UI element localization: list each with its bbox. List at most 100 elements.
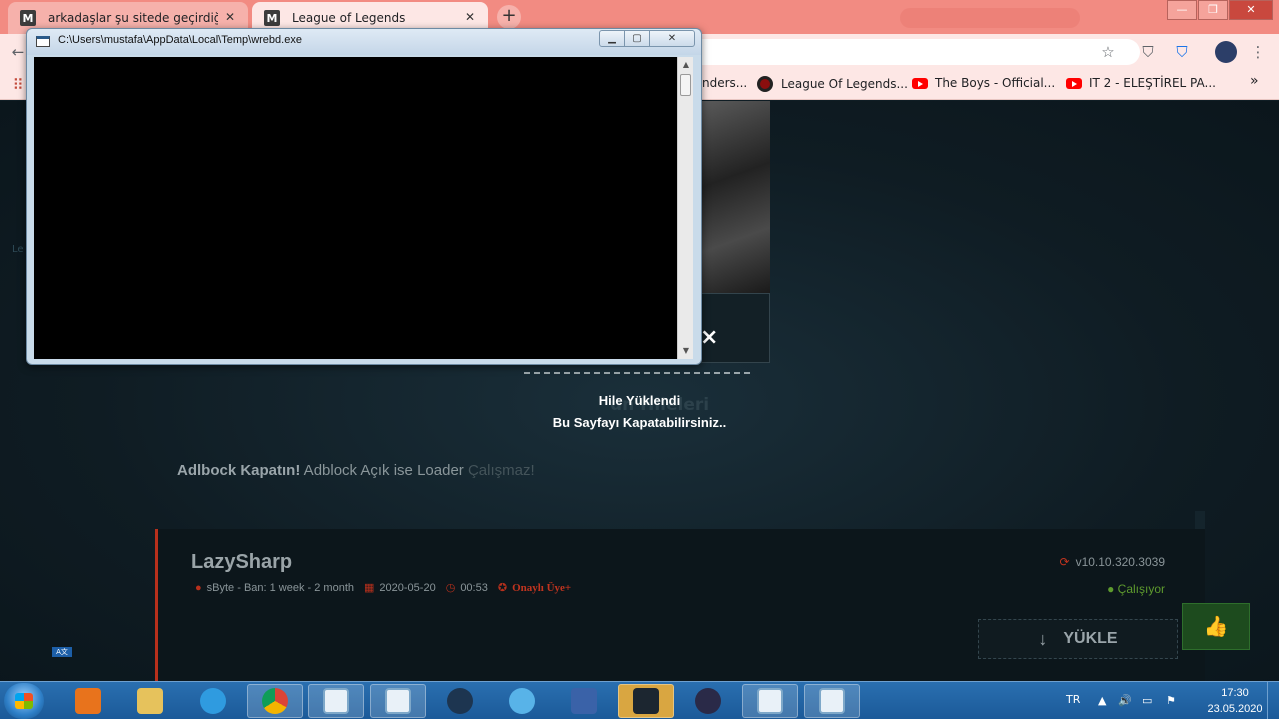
window-app-icon[interactable] <box>308 684 364 718</box>
action-center-flag-icon[interactable]: ⚑ <box>1166 694 1176 707</box>
close-icon[interactable]: × <box>700 325 718 350</box>
status-text: Çalışıyor <box>1117 582 1165 596</box>
show-desktop-button[interactable] <box>1267 682 1279 719</box>
close-window-icon[interactable]: ✕ <box>1229 0 1273 20</box>
start-button[interactable] <box>4 683 44 719</box>
adblock-warning: Adlbock Kapatın! Adblock Açık ise Loader… <box>177 462 535 479</box>
volume-icon[interactable]: 🔊 <box>1118 694 1132 707</box>
translate-icon[interactable]: A文 <box>52 647 72 657</box>
bookmark-label: nders... <box>702 76 748 90</box>
tab-title: League of Legends <box>292 11 406 25</box>
window-app-icon[interactable] <box>804 684 860 718</box>
console-scrollbar[interactable]: ▲ ▼ <box>677 57 693 359</box>
show-hidden-icons-icon[interactable]: ▲ <box>1098 694 1106 707</box>
cheat-engine-icon[interactable] <box>432 684 488 718</box>
apps-grid-icon[interactable]: ⠿ <box>8 75 28 95</box>
thumbs-up-icon[interactable]: 👍 <box>1182 603 1250 650</box>
close-window-icon[interactable]: ✕ <box>649 30 695 47</box>
window-app-icon[interactable] <box>742 684 798 718</box>
close-page-message: Bu Sayfayı Kapatabilirsiniz.. <box>552 415 727 430</box>
bookmark-item[interactable]: IT 2 - ELEŞTİREL PA... <box>1066 76 1216 90</box>
scroll-down-icon[interactable]: ▼ <box>678 343 694 359</box>
info-icon: ● <box>1107 582 1115 596</box>
maximize-icon[interactable]: ▢ <box>624 30 650 47</box>
browser-window-controls: — ❐ ✕ <box>1166 0 1273 20</box>
lol-icon <box>757 76 773 92</box>
network-app-icon[interactable] <box>556 684 612 718</box>
cheat-status: ● Çalışıyor <box>1107 582 1165 596</box>
console-titlebar[interactable]: C:\Users\mustafa\AppData\Local\Temp\wreb… <box>27 29 701 55</box>
cheat-time: 00:53 <box>460 581 488 594</box>
adblock-extension-icon[interactable]: ⛉ <box>1172 42 1192 62</box>
league-of-legends-icon[interactable] <box>618 684 674 718</box>
close-tab-icon[interactable]: ✕ <box>462 9 478 25</box>
chrome-icon[interactable] <box>247 684 303 718</box>
file-explorer-icon[interactable] <box>122 684 178 718</box>
input-language[interactable]: TR <box>1066 693 1080 706</box>
youtube-icon <box>912 77 928 89</box>
scroll-up-icon[interactable]: ▲ <box>678 57 694 73</box>
bookmark-label: The Boys - Official... <box>935 76 1056 90</box>
bookmark-item[interactable]: League Of Legends... <box>757 76 908 92</box>
minimize-icon[interactable]: — <box>1167 0 1197 20</box>
console-app-icon <box>36 36 50 47</box>
back-arrow-icon[interactable]: ← <box>8 42 28 62</box>
bookmark-item[interactable]: nders... <box>702 76 747 90</box>
clock-icon: ◷ <box>445 582 456 594</box>
console-title: C:\Users\mustafa\AppData\Local\Temp\wreb… <box>58 34 302 46</box>
app-launcher-icon[interactable] <box>680 684 736 718</box>
cheat-author: sByte - Ban: 1 week - 2 month <box>206 581 355 594</box>
more-bookmarks-button[interactable]: » <box>1250 73 1259 89</box>
clock-time[interactable]: 17:30 <box>1205 687 1265 699</box>
refresh-icon: ⟳ <box>1059 555 1070 569</box>
arrow-down-icon: ↓ <box>1038 628 1048 649</box>
clock-date[interactable]: 23.05.2020 <box>1200 703 1270 715</box>
console-window-controls: ▁ ▢ ✕ <box>599 30 695 47</box>
console-output[interactable] <box>34 57 677 359</box>
tab-title: arkadaşlar şu sitede geçirdiğim h <box>48 11 218 25</box>
cheat-card: LazySharp ● sByte - Ban: 1 week - 2 mont… <box>155 529 1205 682</box>
adblock-warning-faded: Çalışmaz! <box>467 462 535 479</box>
loaded-message: Hile Yüklendi <box>598 393 681 408</box>
minimize-icon[interactable]: ▁ <box>599 30 625 47</box>
windows-logo-icon <box>15 693 33 709</box>
windows-taskbar: TR ▲ 🔊 ▭ ⚑ 17:30 23.05.2020 <box>0 681 1279 719</box>
media-player-icon[interactable] <box>60 684 116 718</box>
download-label: YÜKLE <box>1063 630 1118 647</box>
network-icon[interactable]: ▭ <box>1142 694 1152 707</box>
user-icon: ● <box>195 581 202 594</box>
verified-member-badge: Onaylı Üye+ <box>512 581 572 594</box>
bookmark-item[interactable]: The Boys - Official... <box>912 76 1055 90</box>
cheat-meta: ● sByte - Ban: 1 week - 2 month ▦ 2020-0… <box>195 581 572 595</box>
menu-dots-icon[interactable]: ⋮ <box>1248 42 1268 62</box>
bookmark-label: IT 2 - ELEŞTİREL PA... <box>1089 76 1216 90</box>
divider <box>524 372 750 374</box>
obscured-tab-area <box>900 8 1080 28</box>
new-tab-button[interactable]: + <box>497 5 521 29</box>
preview-image <box>700 101 770 293</box>
badge-icon: ✪ <box>497 582 508 594</box>
internet-explorer-icon[interactable] <box>185 684 241 718</box>
download-button[interactable]: ↓ YÜKLE <box>978 619 1178 659</box>
adblock-warning-bold: Adlbock Kapatın! <box>177 462 301 479</box>
maximize-icon[interactable]: ❐ <box>1198 0 1228 20</box>
scroll-thumb[interactable] <box>680 74 691 96</box>
extension-shield-icon[interactable]: ⛉ <box>1138 42 1158 62</box>
adblock-warning-text: Adblock Açık ise Loader <box>300 462 468 479</box>
side-text: Le <box>12 244 24 255</box>
bookmark-label: League Of Legends... <box>781 77 908 91</box>
version-text: v10.10.320.3039 <box>1075 555 1165 569</box>
bookmark-star-icon[interactable]: ☆ <box>1098 42 1118 62</box>
console-window: C:\Users\mustafa\AppData\Local\Temp\wreb… <box>26 28 702 365</box>
cheat-title: LazySharp <box>191 551 293 573</box>
close-tab-icon[interactable]: ✕ <box>222 9 238 25</box>
site-favicon-icon: M <box>20 10 36 26</box>
calendar-icon: ▦ <box>364 582 375 594</box>
site-favicon-icon: M <box>264 10 280 26</box>
window-app-icon[interactable] <box>370 684 426 718</box>
youtube-icon <box>1066 77 1082 89</box>
browser-app-icon[interactable] <box>494 684 550 718</box>
profile-avatar[interactable] <box>1215 41 1237 63</box>
cheat-date: 2020-05-20 <box>379 581 436 594</box>
cheat-version: ⟳ v10.10.320.3039 <box>1060 555 1165 569</box>
